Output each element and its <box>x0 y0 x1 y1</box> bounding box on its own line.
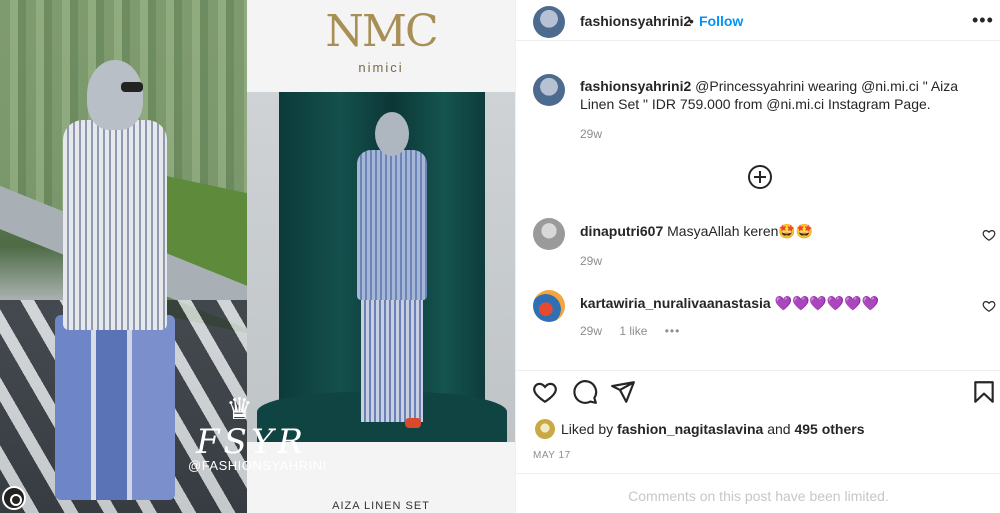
model-figure-studio <box>357 112 427 432</box>
likes-others[interactable]: 495 others <box>794 421 864 437</box>
sunglasses <box>121 82 143 92</box>
comment-text: kartawiria_nuralivaanastasia 💜💜💜💜💜💜 <box>580 294 970 312</box>
more-options-icon[interactable]: ••• <box>972 10 994 31</box>
product-caption: AIZA LINEN SET <box>332 500 430 512</box>
comment-likes[interactable]: 1 like <box>619 324 647 338</box>
brand-logo: NMC <box>325 6 438 57</box>
comment-icon[interactable] <box>572 379 598 405</box>
caption-username[interactable]: fashionsyahrini2 <box>580 78 691 94</box>
post-date[interactable]: MAY 17 <box>533 450 571 461</box>
model-figure <box>55 60 175 500</box>
striped-shirt-studio <box>357 150 427 300</box>
post-media[interactable]: NMC nimici AIZA LINEN SET ♛ FSYR @FASHIO… <box>0 0 515 513</box>
comments-limited-text: Comments on this post have been limited. <box>628 488 889 504</box>
post-header: fashionsyahrini2 • Follow ••• <box>516 0 1000 41</box>
liker-username[interactable]: fashion_nagitaslavina <box>617 421 763 437</box>
liker-avatar[interactable] <box>535 419 555 439</box>
likes-text: Liked by fashion_nagitaslavina and 495 o… <box>561 421 865 437</box>
studio-photo <box>247 92 515 442</box>
header-separator: • <box>689 13 694 29</box>
comment-like-icon[interactable] <box>982 299 996 313</box>
comment-time[interactable]: 29w <box>580 254 602 268</box>
load-more-icon[interactable] <box>748 165 772 189</box>
hijab-head <box>87 60 143 130</box>
caption-time[interactable]: 29w <box>580 127 602 141</box>
save-icon[interactable] <box>971 379 997 405</box>
striped-top <box>63 120 167 330</box>
likes-joiner: and <box>767 421 791 437</box>
follow-button[interactable]: Follow <box>699 13 743 29</box>
author-avatar[interactable] <box>533 6 565 38</box>
commenter-username[interactable]: dinaputri607 <box>580 223 663 239</box>
striped-pants <box>55 315 175 500</box>
striped-pants-studio <box>361 292 423 422</box>
comment-body: 💜💜💜💜💜💜 <box>774 295 880 311</box>
comment-time[interactable]: 29w <box>580 324 602 338</box>
watermark-monogram: FSYR <box>196 422 307 462</box>
comment-text: dinaputri607 MasyaAllah keren🤩🤩 <box>580 222 970 240</box>
like-icon[interactable] <box>532 379 558 405</box>
likes-summary: Liked by fashion_nagitaslavina and 495 o… <box>516 418 1000 440</box>
comment-like-icon[interactable] <box>982 228 996 242</box>
commenter-avatar[interactable] <box>533 218 565 250</box>
brand-name: nimici <box>358 60 404 75</box>
comment-meta: 29w 1 like ••• <box>580 324 694 338</box>
post-actions <box>516 370 1000 410</box>
comments-limited: Comments on this post have been limited. <box>516 473 1000 513</box>
comment-body: MasyaAllah keren🤩🤩 <box>667 223 814 239</box>
red-shoe <box>405 418 421 428</box>
commenter-username[interactable]: kartawiria_nuralivaanastasia <box>580 295 771 311</box>
share-icon[interactable] <box>610 379 636 405</box>
caption-avatar[interactable] <box>533 74 565 106</box>
watermark-handle: @FASHIONSYAHRINI <box>188 458 327 473</box>
post-sidebar: fashionsyahrini2 • Follow ••• fashionsya… <box>515 0 1000 513</box>
tagged-user-icon[interactable] <box>2 486 26 510</box>
watermark: ♛ FSYR @FASHIONSYAHRINI <box>188 392 328 482</box>
comment-meta: 29w <box>580 254 616 268</box>
commenter-avatar[interactable] <box>533 290 565 322</box>
likes-prefix: Liked by <box>561 421 614 437</box>
author-username[interactable]: fashionsyahrini2 <box>580 13 691 29</box>
caption-text: fashionsyahrini2 @Princessyahrini wearin… <box>580 77 980 113</box>
comment-options-icon[interactable]: ••• <box>665 324 681 338</box>
hijab-head-studio <box>375 112 409 156</box>
